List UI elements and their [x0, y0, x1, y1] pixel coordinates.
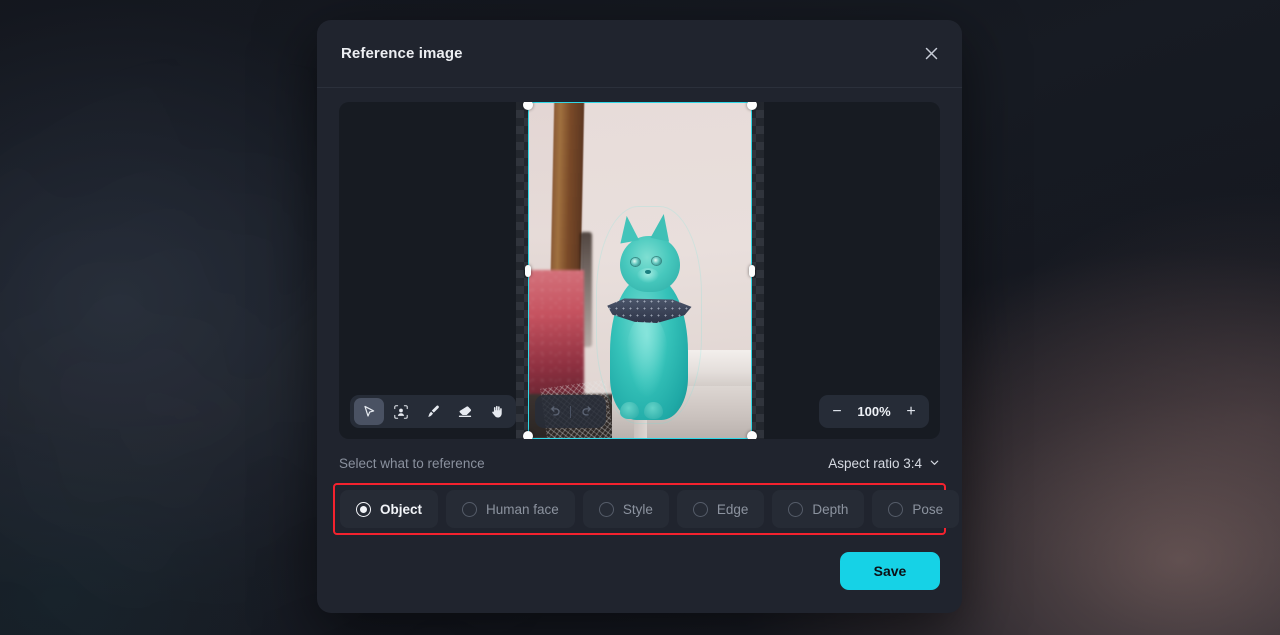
reference-option-label: Style [622, 501, 653, 517]
reference-option-depth[interactable]: Depth [772, 490, 865, 528]
zoom-controls: − 100% + [819, 395, 929, 428]
radio-icon [788, 501, 804, 517]
dialog-footer: Save [339, 552, 940, 590]
aspect-ratio-label: Aspect ratio 3:4 [828, 456, 922, 471]
dialog-header: Reference image [317, 20, 962, 88]
reference-option-label: Edge [716, 501, 749, 517]
reference-image-dialog: Reference image − 100% + Select what to … [317, 20, 962, 613]
reference-option-label: Depth [812, 501, 849, 517]
reference-options-highlight: Object Human face Style Edge Depth Pose [333, 483, 960, 535]
reference-option-edge[interactable]: Edge [676, 490, 765, 528]
radio-icon [692, 501, 708, 517]
reference-section-label: Select what to reference [339, 456, 485, 471]
reference-section-header: Select what to reference Aspect ratio 3:… [339, 456, 940, 471]
reference-option-style[interactable]: Style [582, 490, 669, 528]
zoom-level-value: 100% [857, 404, 891, 419]
reference-photo [527, 102, 752, 439]
radio-icon [598, 501, 614, 517]
reference-options-group: Object Human face Style Edge Depth Pose [340, 490, 960, 528]
chevron-down-icon [929, 456, 940, 471]
reference-option-label: Pose [912, 501, 944, 517]
zoom-out-button[interactable]: − [823, 398, 851, 425]
reference-option-pose[interactable]: Pose [872, 490, 960, 528]
cursor-arrow-icon[interactable] [354, 398, 384, 425]
save-button[interactable]: Save [840, 552, 940, 590]
reference-option-object[interactable]: Object [340, 490, 439, 528]
page-title: Reference image [341, 45, 463, 62]
radio-icon [462, 501, 478, 517]
reference-option-label: Object [380, 501, 423, 517]
zoom-in-button[interactable]: + [897, 398, 925, 425]
image-canvas[interactable]: − 100% + [339, 102, 940, 439]
history-divider [570, 405, 571, 418]
brush-icon[interactable] [418, 398, 448, 425]
subject-select-icon[interactable] [386, 398, 416, 425]
history-controls [535, 395, 606, 428]
redo-icon[interactable] [574, 399, 600, 425]
radio-icon [356, 501, 371, 517]
radio-icon [888, 501, 904, 517]
undo-icon[interactable] [541, 399, 567, 425]
eraser-icon[interactable] [450, 398, 480, 425]
hand-icon[interactable] [482, 398, 512, 425]
selected-object-mask [600, 210, 698, 420]
reference-option-human-face[interactable]: Human face [446, 490, 575, 528]
reference-option-label: Human face [486, 501, 559, 517]
close-icon[interactable] [916, 39, 946, 69]
canvas-toolbar [350, 395, 516, 428]
aspect-ratio-dropdown[interactable]: Aspect ratio 3:4 [828, 456, 940, 471]
